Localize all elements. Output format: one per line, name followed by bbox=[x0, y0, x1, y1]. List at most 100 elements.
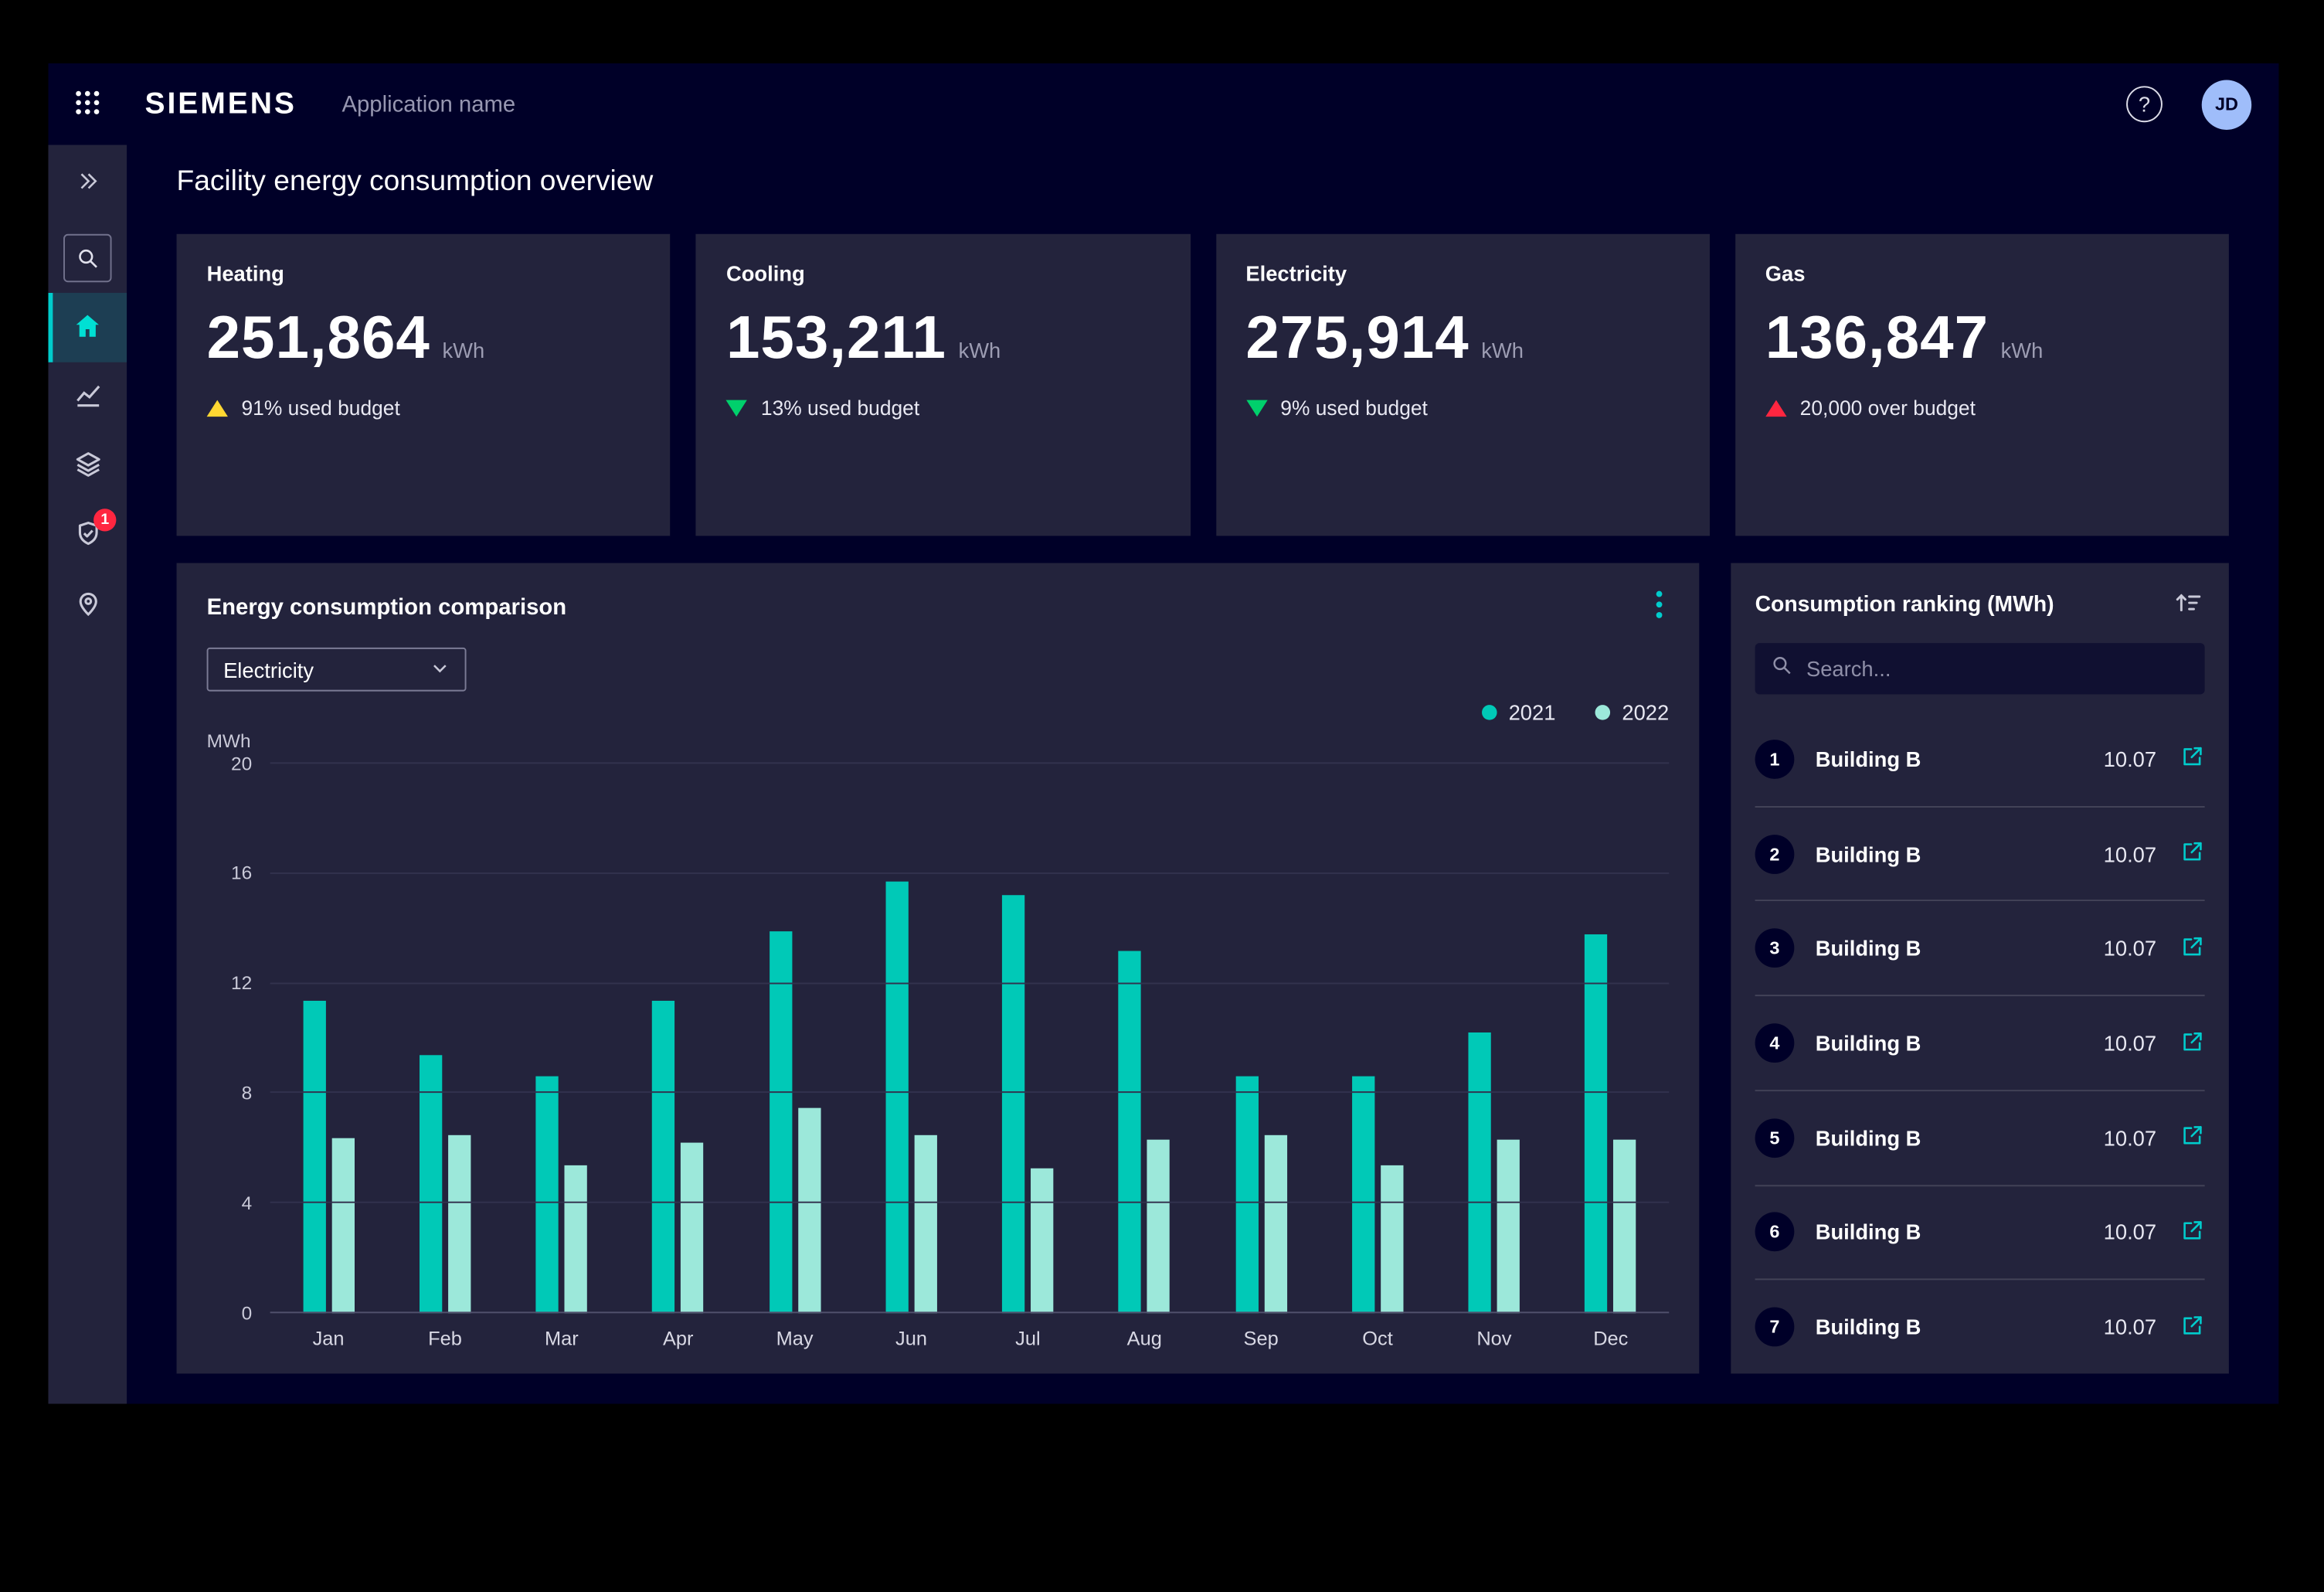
open-detail-button[interactable] bbox=[2180, 839, 2204, 868]
notification-badge: 1 bbox=[93, 509, 116, 531]
x-tick-label: May bbox=[736, 1313, 853, 1352]
x-axis: JanFebMarAprMayJunJulAugSepOctNovDec bbox=[270, 1313, 1670, 1352]
kpi-unit: kWh bbox=[442, 338, 484, 362]
kebab-menu-icon bbox=[1656, 600, 1663, 623]
ranking-row[interactable]: 4 Building B 10.07 bbox=[1755, 996, 2205, 1091]
consumption-value: 10.07 bbox=[2104, 1315, 2156, 1339]
x-tick-label: Feb bbox=[387, 1313, 504, 1352]
x-tick-label: Jan bbox=[270, 1313, 387, 1352]
kpi-value: 251,864 bbox=[207, 305, 430, 373]
kpi-unit: kWh bbox=[1481, 338, 1524, 362]
open-detail-button[interactable] bbox=[2180, 1029, 2204, 1057]
bar-2022 bbox=[565, 1165, 587, 1313]
kpi-delta-text: 9% used budget bbox=[1280, 397, 1428, 420]
x-tick-label: Sep bbox=[1203, 1313, 1320, 1352]
x-tick-label: Oct bbox=[1320, 1313, 1436, 1352]
sidebar-item-layers[interactable] bbox=[49, 432, 127, 502]
x-tick-label: Dec bbox=[1552, 1313, 1669, 1352]
application-name: Application name bbox=[341, 91, 515, 117]
y-tick-label: 8 bbox=[242, 1084, 253, 1103]
bar-2022 bbox=[1264, 1134, 1286, 1313]
legend-label: 2022 bbox=[1622, 700, 1669, 724]
ranking-row[interactable]: 3 Building B 10.07 bbox=[1755, 902, 2205, 997]
bar-group-Nov bbox=[1436, 764, 1552, 1313]
bar-group-Jan bbox=[270, 764, 387, 1313]
legend-item-2021[interactable]: 2021 bbox=[1481, 700, 1555, 724]
ranking-list: 1 Building B 10.07 2 Building B 10.07 3 … bbox=[1731, 713, 2229, 1374]
bar-2022 bbox=[1497, 1140, 1520, 1313]
sidebar-expand-button[interactable] bbox=[49, 154, 127, 211]
avatar[interactable]: JD bbox=[2202, 80, 2251, 129]
building-name: Building B bbox=[1816, 842, 1921, 866]
ranking-row[interactable]: 5 Building B 10.07 bbox=[1755, 1091, 2205, 1186]
kpi-row: Heating 251,864 kWh 91% used budget Cool… bbox=[177, 234, 2229, 536]
gridline bbox=[270, 1311, 1670, 1313]
bar-2021 bbox=[536, 1077, 559, 1314]
search-input[interactable] bbox=[1806, 657, 2190, 681]
chart-area: 048121620 bbox=[207, 764, 1670, 1313]
sidebar-item-location[interactable] bbox=[49, 570, 127, 640]
search-icon bbox=[63, 234, 112, 283]
gridline bbox=[270, 1202, 1670, 1203]
consumption-value: 10.07 bbox=[2104, 747, 2156, 771]
x-tick-label: Jun bbox=[853, 1313, 970, 1352]
kpi-card: Gas 136,847 kWh 20,000 over budget bbox=[1735, 234, 2229, 536]
app-launcher-button[interactable] bbox=[49, 63, 127, 145]
sort-button[interactable] bbox=[2172, 587, 2205, 622]
kpi-label: Electricity bbox=[1245, 261, 1679, 285]
panel-options-button[interactable] bbox=[1650, 587, 1669, 627]
kpi-value-row: 275,914 kWh bbox=[1245, 305, 1679, 373]
open-detail-button[interactable] bbox=[2180, 1218, 2204, 1247]
open-detail-button[interactable] bbox=[2180, 1124, 2204, 1152]
sidebar-item-home[interactable] bbox=[49, 293, 127, 362]
kpi-delta: 20,000 over budget bbox=[1765, 397, 2199, 420]
sidebar-item-tasks[interactable]: 1 bbox=[49, 501, 127, 570]
sidebar-item-search[interactable] bbox=[49, 223, 127, 293]
ranking-row[interactable]: 1 Building B 10.07 bbox=[1755, 713, 2205, 808]
open-detail-button[interactable] bbox=[2180, 745, 2204, 774]
kpi-unit: kWh bbox=[2001, 338, 2044, 362]
y-tick-label: 12 bbox=[231, 975, 252, 993]
line-chart-icon bbox=[73, 380, 102, 413]
bar-group-Sep bbox=[1203, 764, 1320, 1313]
ranking-row[interactable]: 7 Building B 10.07 bbox=[1755, 1281, 2205, 1374]
legend-item-2022[interactable]: 2022 bbox=[1595, 700, 1669, 724]
ranking-header: Consumption ranking (MWh) bbox=[1731, 563, 2229, 634]
body-row: 1 Facility energy consumption overview H… bbox=[49, 145, 2279, 1404]
main-content: Facility energy consumption overview Hea… bbox=[127, 145, 2278, 1404]
kpi-value: 275,914 bbox=[1245, 305, 1469, 373]
y-tick-label: 16 bbox=[231, 864, 252, 883]
consumption-value: 10.07 bbox=[2104, 1220, 2156, 1244]
x-tick-label: Mar bbox=[503, 1313, 620, 1352]
bar-group-Jul bbox=[970, 764, 1086, 1313]
location-pin-icon bbox=[73, 589, 102, 622]
help-button[interactable] bbox=[2126, 86, 2163, 122]
sidebar-item-analytics[interactable] bbox=[49, 362, 127, 432]
open-detail-button[interactable] bbox=[2180, 1313, 2204, 1342]
x-tick-label: Jul bbox=[970, 1313, 1086, 1352]
bar-2021 bbox=[1585, 934, 1608, 1314]
ranking-search bbox=[1755, 643, 2205, 694]
bar-2022 bbox=[1031, 1168, 1053, 1313]
bar-group-Dec bbox=[1552, 764, 1669, 1313]
kpi-label: Heating bbox=[207, 261, 640, 285]
consumption-ranking-panel: Consumption ranking (MWh) bbox=[1731, 563, 2229, 1374]
app-window: SIEMENS Application name JD bbox=[49, 63, 2279, 1403]
open-detail-button[interactable] bbox=[2180, 934, 2204, 963]
trend-triangle-icon bbox=[1245, 400, 1266, 417]
ranking-row[interactable]: 2 Building B 10.07 bbox=[1755, 807, 2205, 902]
external-link-icon bbox=[2180, 934, 2204, 963]
bar-2022 bbox=[681, 1143, 704, 1313]
kpi-delta-text: 91% used budget bbox=[242, 397, 400, 420]
rank-badge: 6 bbox=[1755, 1213, 1795, 1252]
ranking-row[interactable]: 6 Building B 10.07 bbox=[1755, 1185, 2205, 1281]
bar-group-May bbox=[736, 764, 853, 1313]
legend-dot bbox=[1481, 705, 1497, 720]
x-tick-label: Apr bbox=[620, 1313, 736, 1352]
layers-icon bbox=[73, 450, 102, 483]
building-name: Building B bbox=[1816, 1031, 1921, 1055]
chevron-down-icon bbox=[430, 658, 450, 682]
bar-2021 bbox=[1235, 1077, 1258, 1314]
energy-type-select[interactable]: Electricity bbox=[207, 648, 467, 692]
y-tick-label: 4 bbox=[242, 1194, 253, 1213]
